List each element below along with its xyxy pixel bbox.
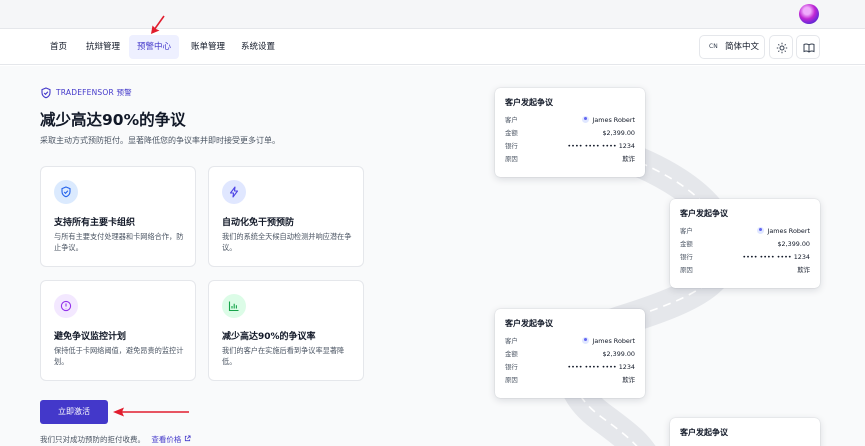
- dispute-row-reason: 原因 欺诈: [505, 374, 635, 386]
- lightning-icon: [229, 186, 239, 198]
- shield-icon: [41, 87, 51, 99]
- view-pricing-label: 查看价格: [151, 435, 182, 444]
- feature-description: 我们的客户在实施后看到争议率显著降低。: [222, 346, 345, 366]
- row-key: 金额: [680, 240, 693, 248]
- row-value: 欺诈: [622, 155, 635, 163]
- row-value: •••• •••• •••• 1234: [567, 363, 635, 371]
- row-value: $2,399.00: [602, 350, 635, 358]
- row-key: 金额: [505, 350, 518, 358]
- feature-title: 减少高达90%的争议率: [222, 332, 316, 342]
- row-value: •••• •••• •••• 1234: [567, 142, 635, 150]
- row-value: •••• •••• •••• 1234: [742, 253, 810, 261]
- feature-icon-wrap: [222, 294, 246, 318]
- dispute-row-amount: 金额 $2,399.00: [505, 127, 635, 139]
- book-icon: [803, 43, 815, 53]
- annotation-arrow-nav: [151, 15, 165, 34]
- customer-name: James Robert: [592, 337, 635, 345]
- row-value: James Robert: [757, 225, 810, 237]
- page-subtitle: 采取主动方式预防拒付。显著降低您的争议率并即时接受更多订单。: [40, 136, 280, 145]
- shield-check-icon: [61, 186, 71, 198]
- dispute-card: 客户发起争议 客户 James Robert 金额 $2,399.00 银行 ••••…: [495, 88, 645, 177]
- feature-title: 避免争议监控计划: [54, 332, 127, 342]
- feature-icon-wrap: [54, 294, 78, 318]
- row-value: 欺诈: [797, 266, 810, 274]
- dispute-row-amount: 金额 $2,399.00: [680, 238, 810, 250]
- feature-card-monitoring: 避免争议监控计划 保持低于卡网络阈值，避免昂贵的监控计划。: [40, 280, 196, 381]
- row-value: 欺诈: [622, 376, 635, 384]
- feature-title: 支持所有主要卡组织: [54, 218, 136, 228]
- row-key: 银行: [505, 363, 518, 371]
- brand-label: TRADEFENSOR 预警: [56, 88, 132, 97]
- feature-card-card-networks: 支持所有主要卡组织 与所有主要支付处理器和卡网络合作，防止争议。: [40, 166, 196, 267]
- view-pricing-link[interactable]: 查看价格: [151, 435, 191, 444]
- feature-description: 我们的系统全天候自动检测并响应潜在争议。: [222, 232, 352, 252]
- dispute-row-amount: 金额 $2,399.00: [505, 348, 635, 360]
- user-icon: [757, 227, 765, 234]
- pricing-note: 我们只对成功预防的拒付收费。 查看价格: [40, 434, 191, 445]
- dispute-card: 客户发起争议 客户 James Robert 金额 $2,399.00 银行 ••••…: [670, 199, 820, 288]
- dispute-row-reason: 原因 欺诈: [505, 153, 635, 165]
- theme-toggle-button[interactable]: [769, 35, 793, 59]
- feature-title: 自动化免干预预防: [222, 218, 295, 228]
- main-content: TRADEFENSOR 预警 减少高达90%的争议 采取主动方式预防拒付。显著降…: [0, 66, 865, 446]
- nav-item-dispute-management[interactable]: 抗辩管理: [78, 35, 128, 59]
- dispute-card: 客户发起争议: [670, 418, 820, 446]
- pricing-note-text: 我们只对成功预防的拒付收费。: [40, 435, 145, 444]
- row-key: 原因: [680, 266, 693, 274]
- row-value: $2,399.00: [777, 240, 810, 248]
- row-key: 客户: [505, 116, 518, 124]
- user-icon: [582, 337, 590, 344]
- dispute-row-bank: 银行 •••• •••• •••• 1234: [505, 140, 635, 152]
- dispute-card-title: 客户发起争议: [680, 428, 728, 437]
- dispute-row-customer: 客户 James Robert: [505, 335, 635, 347]
- row-key: 客户: [680, 227, 693, 235]
- feature-card-reduction: 减少高达90%的争议率 我们的客户在实施后看到争议率显著降低。: [208, 280, 364, 381]
- nav-item-billing[interactable]: 账单管理: [183, 35, 233, 59]
- feature-icon-wrap: [54, 180, 78, 204]
- annotation-arrow-cta: [113, 407, 189, 417]
- nav-item-settings[interactable]: 系统设置: [233, 35, 283, 59]
- row-key: 银行: [505, 142, 518, 150]
- sun-icon: [776, 42, 788, 54]
- dispute-row-bank: 银行 •••• •••• •••• 1234: [680, 251, 810, 263]
- customer-name: James Robert: [592, 116, 635, 124]
- user-avatar[interactable]: [799, 4, 819, 24]
- feature-description: 保持低于卡网络阈值，避免昂贵的监控计划。: [54, 346, 184, 366]
- dispute-card-title: 客户发起争议: [505, 98, 553, 107]
- alert-circle-icon: [60, 300, 72, 312]
- dispute-row-customer: 客户 James Robert: [680, 225, 810, 237]
- dispute-card: 客户发起争议 客户 James Robert 金额 $2,399.00 银行 ••••…: [495, 309, 645, 398]
- nav-item-alert-center[interactable]: 预警中心: [129, 35, 180, 59]
- row-value: James Robert: [582, 114, 635, 126]
- user-icon: [582, 116, 590, 123]
- page-title: 减少高达90%的争议: [40, 111, 186, 129]
- feature-description: 与所有主要支付处理器和卡网络合作，防止争议。: [54, 232, 184, 252]
- feature-icon-wrap: [222, 180, 246, 204]
- dispute-row-reason: 原因 欺诈: [680, 264, 810, 276]
- dispute-row-customer: 客户 James Robert: [505, 114, 635, 126]
- bar-chart-icon: [228, 301, 239, 312]
- row-value: $2,399.00: [602, 129, 635, 137]
- external-link-icon: [184, 435, 191, 442]
- feature-card-automation: 自动化免干预预防 我们的系统全天候自动检测并响应潜在争议。: [208, 166, 364, 267]
- dispute-row-bank: 银行 •••• •••• •••• 1234: [505, 361, 635, 373]
- row-key: 银行: [680, 253, 693, 261]
- main-nav: 首页 抗辩管理 预警中心 账单管理 系统设置 CN 简体中文: [0, 29, 865, 65]
- dispute-card-title: 客户发起争议: [505, 319, 553, 328]
- activate-button[interactable]: 立即激活: [40, 400, 108, 424]
- row-key: 原因: [505, 376, 518, 384]
- row-key: 金额: [505, 129, 518, 137]
- nav-item-home[interactable]: 首页: [42, 35, 75, 59]
- language-code: CN: [709, 43, 718, 50]
- row-key: 客户: [505, 337, 518, 345]
- language-selector[interactable]: CN 简体中文: [699, 35, 765, 59]
- top-bar: [0, 0, 865, 29]
- row-value: James Robert: [582, 335, 635, 347]
- dispute-card-title: 客户发起争议: [680, 209, 728, 218]
- row-key: 原因: [505, 155, 518, 163]
- customer-name: James Robert: [767, 227, 810, 235]
- docs-button[interactable]: [796, 35, 820, 59]
- language-label: 简体中文: [725, 42, 760, 52]
